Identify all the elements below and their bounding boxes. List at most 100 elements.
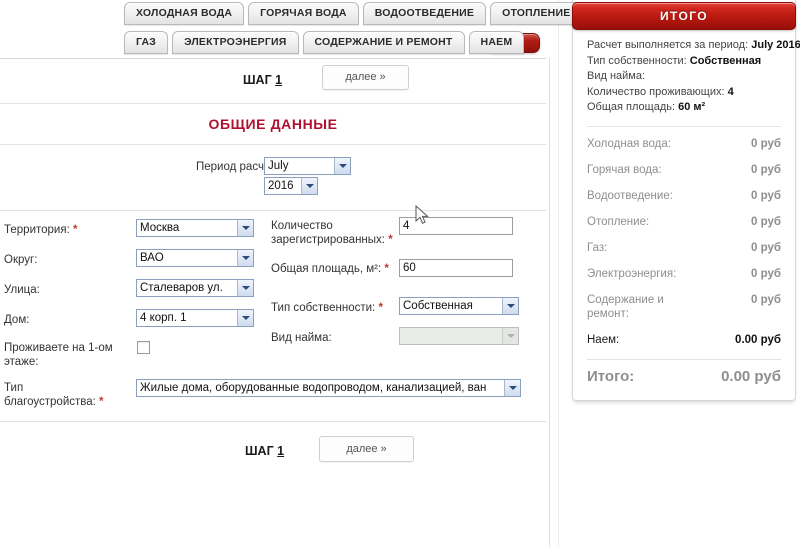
territory-select[interactable]: Москва [136, 219, 254, 237]
chevron-down-icon [509, 386, 517, 390]
column-separator-outer [558, 0, 559, 547]
period-block: Период расчета: July 2016 [0, 145, 546, 210]
summary-line: Вид найма: [587, 69, 781, 85]
summary-rental-label: Вид найма: [587, 70, 646, 82]
summary-line: Количество проживающих: 4 [587, 85, 781, 101]
period-month-value: July [268, 160, 289, 172]
first-floor-checkbox[interactable] [137, 341, 150, 354]
total-divider [587, 358, 781, 360]
cost-row-maintenance: Содержание и ремонт: 0 руб [587, 287, 781, 327]
total-area-label: Общая площадь, м²: * [271, 262, 389, 276]
cost-label: Наем: [587, 333, 620, 346]
territory-label-text: Территория: [4, 224, 70, 236]
chevron-down-icon [242, 226, 250, 230]
amenity-required-mark: * [99, 396, 104, 408]
district-select[interactable]: ВАО [136, 249, 254, 267]
period-year-value: 2016 [268, 180, 294, 192]
tab-cold-water[interactable]: ХОЛОДНАЯ ВОДА [124, 2, 245, 25]
next-button-bottom[interactable]: далее » [319, 436, 414, 462]
cost-row-rent: Наем: 0.00 руб [587, 327, 781, 353]
registered-count-label-line1: Количество [271, 220, 333, 232]
ownership-type-label: Тип собственности: * [271, 301, 383, 315]
cost-value: 0 руб [751, 137, 781, 150]
cost-value: 0 руб [751, 241, 781, 254]
cost-row-gas: Газ: 0 руб [587, 235, 781, 261]
cost-label: Горячая вода: [587, 163, 662, 176]
cost-row-drainage: Водоотведение: 0 руб [587, 183, 781, 209]
first-floor-label: Проживаете на 1-ом этаже: [4, 341, 113, 369]
cost-label: Электроэнергия: [587, 267, 677, 280]
chevron-down-icon [306, 184, 314, 188]
rental-type-select[interactable] [399, 327, 519, 345]
step-word-bottom: ШАГ [245, 444, 274, 458]
total-label: Итого: [587, 367, 635, 385]
period-year-select[interactable]: 2016 [264, 177, 318, 195]
house-select[interactable]: 4 корп. 1 [136, 309, 254, 327]
district-label: Округ: [4, 254, 38, 266]
summary-line: Общая площадь: 60 м² [587, 100, 781, 116]
summary-area-value: 60 м² [678, 101, 706, 113]
amenity-label-line2: благоустройства: [4, 396, 96, 408]
step-row-bottom: ШАГ 1 далее » [0, 422, 546, 484]
main-form-column: ШАГ 1 далее » ОБЩИЕ ДАННЫЕ Период расчет… [0, 58, 546, 484]
ownership-type-value: Собственная [403, 300, 473, 312]
summary-residents-value: 4 [727, 85, 734, 98]
summary-panel: Расчет выполняется за период: July 2016 … [572, 0, 800, 401]
cost-row-hot-water: Горячая вода: 0 руб [587, 157, 781, 183]
total-value: 0.00 руб [721, 367, 781, 385]
summary-period-value: July 2016 [751, 39, 800, 51]
registered-count-label: Количество зарегистрированных: * [271, 219, 393, 247]
summary-line: Расчет выполняется за период: July 2016 [587, 38, 800, 54]
amenity-type-select[interactable]: Жилые дома, оборудованные водопроводом, … [136, 379, 521, 397]
tab-drainage[interactable]: ВОДООТВЕДЕНИЕ [362, 2, 487, 25]
step-number-top: 1 [275, 73, 283, 87]
amenity-label: Тип благоустройства: * [4, 381, 104, 409]
first-floor-label-line2: этаже: [4, 356, 39, 368]
cost-value: 0 руб [751, 267, 781, 280]
step-word-top: ШАГ [243, 73, 272, 87]
cost-label: Отопление: [587, 215, 650, 228]
section-title: ОБЩИЕ ДАННЫЕ [208, 116, 338, 132]
tab-heating[interactable]: ОТОПЛЕНИЕ [490, 2, 583, 25]
first-floor-label-line1: Проживаете на 1-ом [4, 342, 113, 354]
cost-label: Водоотведение: [587, 189, 673, 202]
street-value: Сталеваров ул. [140, 282, 223, 294]
registered-count-label-line2: зарегистрированных: [271, 234, 385, 246]
street-select[interactable]: Сталеваров ул. [136, 279, 254, 297]
summary-panel-body: Расчет выполняется за период: July 2016 … [573, 0, 800, 400]
tab-hot-water[interactable]: ГОРЯЧАЯ ВОДА [248, 2, 359, 25]
total-area-input[interactable] [399, 259, 513, 277]
service-tab-bar: ХОЛОДНАЯ ВОДА ГОРЯЧАЯ ВОДА ВОДООТВЕДЕНИЕ… [0, 0, 583, 58]
chevron-down-icon [242, 256, 250, 260]
cost-row-heating: Отопление: 0 руб [587, 209, 781, 235]
territory-value: Москва [140, 222, 180, 234]
cost-label: Холодная вода: [587, 137, 671, 150]
ownership-required-mark: * [378, 302, 383, 314]
chevron-down-icon [507, 304, 515, 308]
tab-row-primary: ХОЛОДНАЯ ВОДА ГОРЯЧАЯ ВОДА ВОДООТВЕДЕНИЕ… [124, 2, 586, 25]
total-row: Итого: 0.00 руб [587, 362, 781, 390]
chevron-down-icon [339, 164, 347, 168]
next-button-top[interactable]: далее » [322, 65, 409, 90]
step-row-top: ШАГ 1 далее » [0, 59, 546, 103]
page-root: ХОЛОДНАЯ ВОДА ГОРЯЧАЯ ВОДА ВОДООТВЕДЕНИЕ… [0, 0, 800, 547]
territory-label: Территория: * [4, 223, 77, 237]
form-fields-block: Территория: * Москва Округ: ВАО Улица: С… [0, 211, 546, 421]
ownership-type-select[interactable]: Собственная [399, 297, 519, 315]
tab-electricity[interactable]: ЭЛЕКТРОЭНЕРГИЯ [172, 31, 299, 54]
chevron-down-icon [242, 316, 250, 320]
summary-period-label: Расчет выполняется за период: [587, 39, 749, 51]
district-value: ВАО [140, 252, 164, 264]
tab-gas[interactable]: ГАЗ [124, 31, 169, 54]
cost-value: 0 руб [751, 163, 781, 176]
house-value: 4 корп. 1 [140, 312, 187, 324]
cost-value: 0 руб [751, 293, 781, 306]
period-month-select[interactable]: July [264, 157, 351, 175]
cost-value: 0.00 руб [735, 333, 781, 346]
cost-value: 0 руб [751, 189, 781, 202]
tab-maintenance-repair[interactable]: СОДЕРЖАНИЕ И РЕМОНТ [302, 31, 465, 54]
tab-rent[interactable]: НАЕМ [468, 31, 525, 54]
cost-value: 0 руб [751, 215, 781, 228]
summary-residents-label: Количество проживающих: [587, 85, 725, 98]
cost-row-electricity: Электроэнергия: 0 руб [587, 261, 781, 287]
